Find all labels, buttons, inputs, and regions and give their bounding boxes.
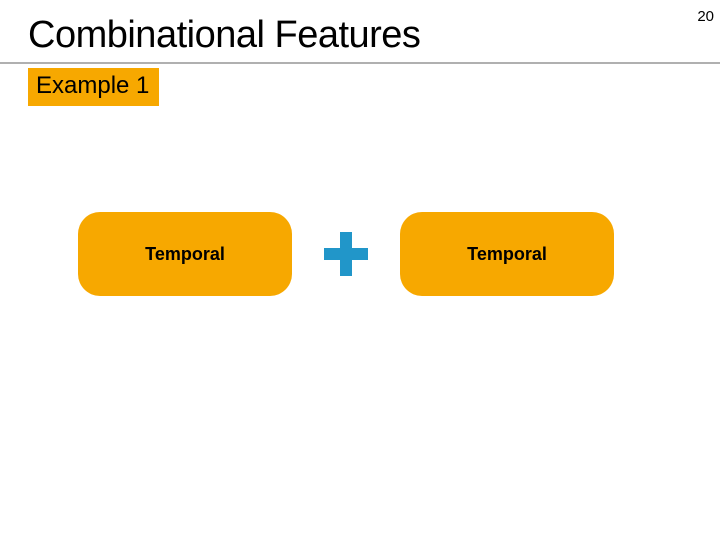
right-feature-label: Temporal (467, 244, 547, 265)
title-divider (0, 62, 720, 64)
example-label: Example 1 (28, 68, 159, 106)
left-feature-pill: Temporal (78, 212, 292, 296)
slide-title: Combinational Features (0, 0, 720, 63)
page-number: 20 (697, 8, 714, 25)
right-feature-pill: Temporal (400, 212, 614, 296)
plus-icon (318, 226, 374, 282)
feature-row: Temporal Temporal (78, 212, 614, 296)
left-feature-label: Temporal (145, 244, 225, 265)
